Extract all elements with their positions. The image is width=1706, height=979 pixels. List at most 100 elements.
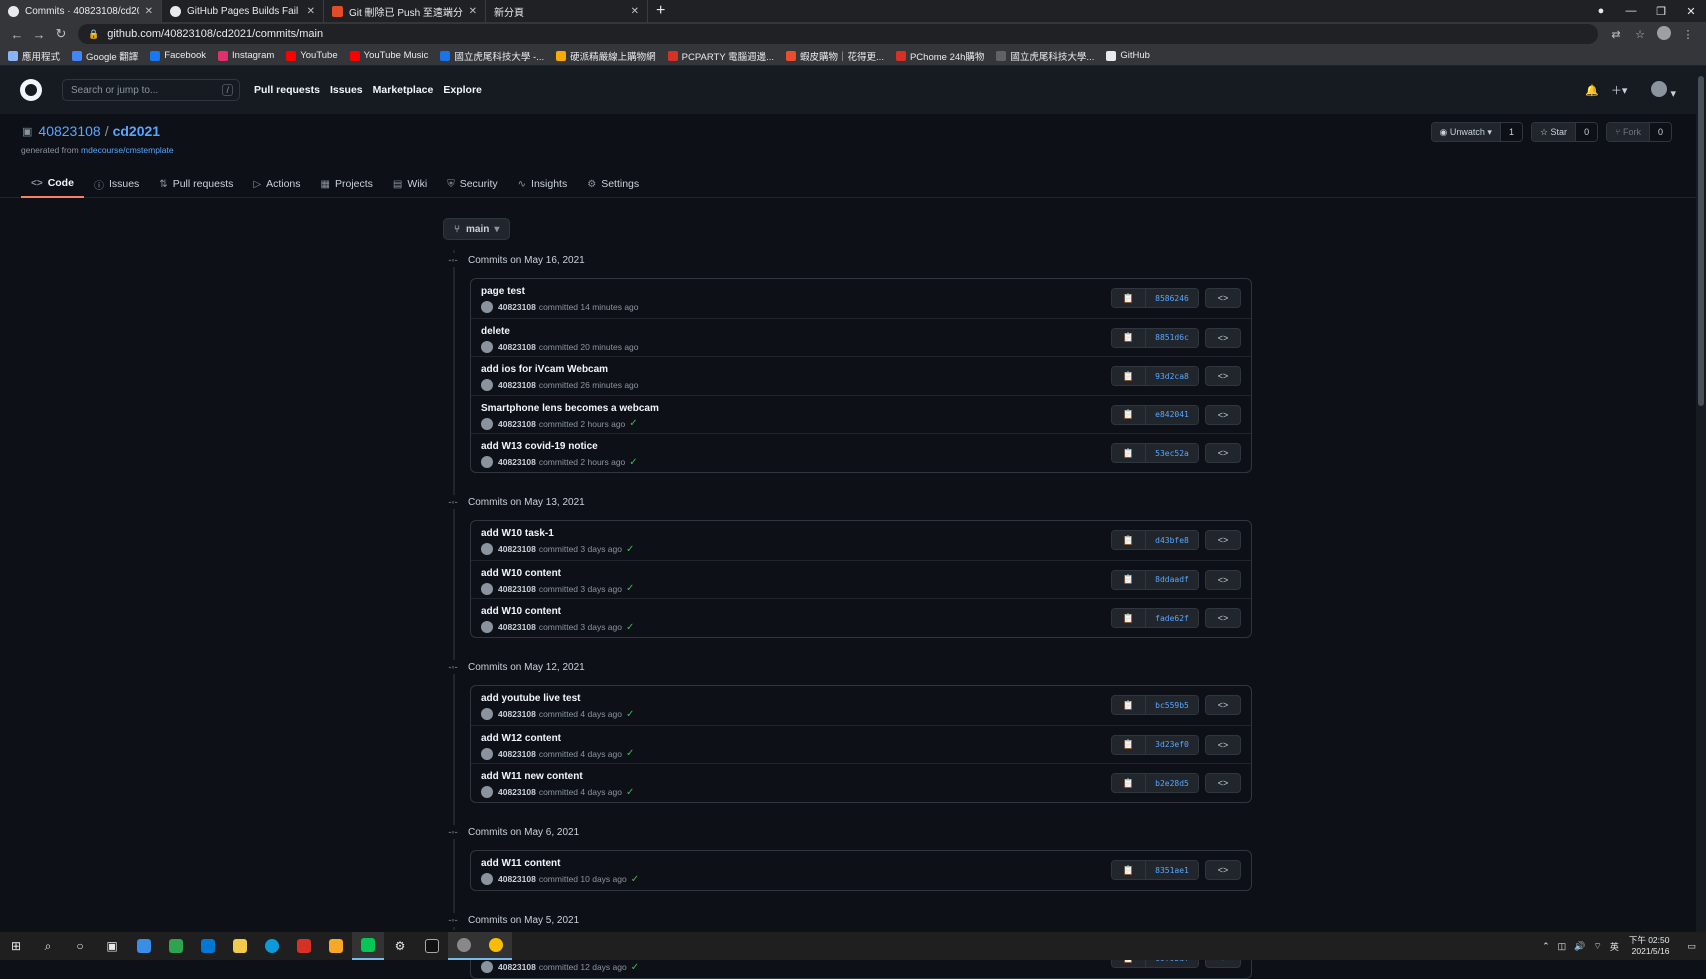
clipboard-icon[interactable]: 📋 — [1112, 735, 1146, 754]
avatar[interactable] — [481, 582, 493, 595]
bookmark-item[interactable]: Instagram — [218, 50, 274, 61]
restore-button[interactable]: ❐ — [1646, 5, 1676, 18]
commit-author-link[interactable]: 40823108 — [498, 709, 536, 719]
url-input[interactable]: 🔒 github.com/40823108/cd2021/commits/mai… — [78, 24, 1598, 44]
template-repo-link[interactable]: mdecourse/cmstemplate — [81, 145, 174, 155]
star-count[interactable]: 0 — [1575, 123, 1598, 141]
browse-repo-code-icon[interactable]: <> — [1205, 773, 1241, 794]
tab-issues[interactable]: ⓘ Issues — [84, 170, 149, 198]
store-app-icon[interactable] — [128, 932, 160, 960]
commit-sha-link[interactable]: 8ddaadf — [1146, 570, 1198, 589]
commit-message-link[interactable]: add W12 content — [481, 733, 561, 744]
clipboard-icon[interactable]: 📋 — [1112, 367, 1146, 386]
back-button[interactable]: ← — [6, 27, 28, 42]
check-icon[interactable]: ✓ — [626, 709, 634, 720]
translate-icon[interactable]: ⇄ — [1604, 28, 1628, 41]
commit-sha-link[interactable]: d43bfe8 — [1146, 531, 1198, 549]
avatar[interactable] — [481, 417, 493, 430]
star-button[interactable]: ☆ Star — [1531, 123, 1576, 141]
tab-close-icon[interactable]: ✕ — [307, 6, 315, 17]
tab-wiki[interactable]: ▤ Wiki — [383, 170, 437, 198]
create-new-icon[interactable]: ＋▾ — [1611, 82, 1628, 98]
avatar[interactable] — [481, 543, 493, 555]
profile-avatar[interactable] — [1652, 25, 1676, 43]
user-avatar[interactable]: ▾ — [1639, 80, 1676, 100]
clock[interactable]: 下午 02:50 2021/5/16 — [1629, 935, 1670, 957]
browse-repo-code-icon[interactable]: <> — [1205, 366, 1241, 387]
commit-message-link[interactable]: add W13 covid-19 notice — [481, 441, 598, 452]
commit-message-link[interactable]: add W10 content — [481, 568, 561, 579]
commit-message-link[interactable]: add youtube live test — [481, 693, 580, 704]
forward-button[interactable]: → — [28, 27, 50, 42]
check-icon[interactable]: ✓ — [631, 962, 639, 973]
browse-repo-code-icon[interactable]: <> — [1205, 443, 1241, 464]
browse-repo-code-icon[interactable]: <> — [1205, 404, 1241, 425]
illustrator-app-icon[interactable] — [320, 932, 352, 960]
commit-message-link[interactable]: add W11 content — [481, 858, 560, 869]
commit-author-link[interactable]: 40823108 — [498, 544, 536, 554]
browse-repo-code-icon[interactable]: <> — [1205, 734, 1241, 755]
browser-tab[interactable]: GitHub Pages Builds Fail - GitH ✕ — [162, 0, 324, 22]
bookmark-item[interactable]: 國立虎尾科技大學 -... — [440, 49, 544, 63]
commit-author-link[interactable]: 40823108 — [498, 874, 536, 884]
repo-owner-link[interactable]: 40823108 — [38, 123, 100, 139]
commit-sha-link[interactable]: 3d23ef0 — [1146, 735, 1198, 754]
acrobat-app-icon[interactable] — [288, 932, 320, 960]
unwatch-button[interactable]: ◉ Unwatch ▾ — [1431, 123, 1500, 141]
avatar[interactable] — [481, 747, 493, 760]
browser-tab[interactable]: Git 刪除已 Push 至遠端分支的 C ✕ — [324, 0, 486, 22]
bookmark-item[interactable]: 硬派精嚴線上購物網 — [556, 49, 656, 63]
header-nav-link[interactable]: Marketplace — [373, 84, 434, 96]
check-icon[interactable]: ✓ — [626, 787, 634, 798]
commit-sha-link[interactable]: 8851d6c — [1146, 328, 1198, 347]
tab-actions[interactable]: ▷ Actions — [243, 170, 310, 198]
check-icon[interactable]: ✓ — [631, 874, 639, 885]
avatar[interactable] — [481, 786, 493, 799]
bookmark-item[interactable]: 國立虎尾科技大學... — [996, 49, 1094, 63]
commit-message-link[interactable]: add W10 content — [481, 606, 561, 617]
commit-sha-link[interactable]: 8351ae1 — [1146, 861, 1198, 879]
line-app-icon[interactable] — [352, 932, 384, 960]
clipboard-icon[interactable]: 📋 — [1112, 444, 1146, 463]
check-icon[interactable]: ✓ — [626, 622, 634, 633]
bookmark-item[interactable]: PChome 24h購物 — [895, 49, 984, 63]
commit-message-link[interactable]: add ios for iVcam Webcam — [481, 364, 608, 375]
browse-repo-code-icon[interactable]: <> — [1205, 530, 1241, 550]
commit-message-link[interactable]: add W10 task-1 — [481, 528, 554, 539]
check-icon[interactable]: ✓ — [629, 457, 637, 468]
search-icon[interactable]: ⌕ — [32, 932, 64, 960]
tab-close-icon[interactable]: ✕ — [631, 6, 639, 17]
commit-author-link[interactable]: 40823108 — [498, 749, 536, 759]
file-explorer-icon[interactable] — [224, 932, 256, 960]
bookmark-item[interactable]: Facebook — [150, 50, 206, 61]
check-icon[interactable]: ✓ — [626, 583, 634, 594]
github-logo-icon[interactable] — [20, 79, 42, 101]
tab-settings[interactable]: ⚙ Settings — [577, 170, 649, 198]
avatar[interactable] — [481, 340, 493, 353]
bookmark-item[interactable]: 應用程式 — [8, 49, 60, 63]
commit-author-link[interactable]: 40823108 — [498, 342, 536, 352]
bookmark-item[interactable]: Google 翻譯 — [72, 49, 138, 63]
browser-tab[interactable]: Commits · 40823108/cd2021 ✕ — [0, 0, 162, 22]
commit-message-link[interactable]: page test — [481, 286, 525, 297]
clipboard-icon[interactable]: 📋 — [1112, 405, 1146, 424]
tab-pull-requests[interactable]: ⇅ Pull requests — [149, 170, 243, 198]
fork-button[interactable]: ⑂ Fork — [1607, 123, 1649, 141]
branch-selector-button[interactable]: ⑂ main ▾ — [443, 218, 511, 240]
settings-app-icon[interactable]: ⚙ — [384, 932, 416, 960]
header-nav-link[interactable]: Pull requests — [254, 84, 320, 96]
clipboard-icon[interactable]: 📋 — [1112, 328, 1146, 347]
clipboard-icon[interactable]: 📋 — [1112, 696, 1146, 714]
tray-expand-icon[interactable]: ⌃ — [1542, 941, 1550, 952]
chrome-browser-icon[interactable] — [480, 932, 512, 960]
terminal-app-icon[interactable] — [416, 932, 448, 960]
check-icon[interactable]: ✓ — [626, 748, 634, 759]
drive-app-icon[interactable] — [160, 932, 192, 960]
bookmark-item[interactable]: YouTube — [286, 50, 338, 61]
browse-repo-code-icon[interactable]: <> — [1205, 327, 1241, 348]
commit-author-link[interactable]: 40823108 — [498, 962, 536, 972]
browse-repo-code-icon[interactable]: <> — [1205, 695, 1241, 715]
cortana-icon[interactable]: ○ — [64, 932, 96, 960]
clipboard-icon[interactable]: 📋 — [1112, 289, 1146, 307]
clipboard-icon[interactable]: 📋 — [1112, 774, 1146, 793]
